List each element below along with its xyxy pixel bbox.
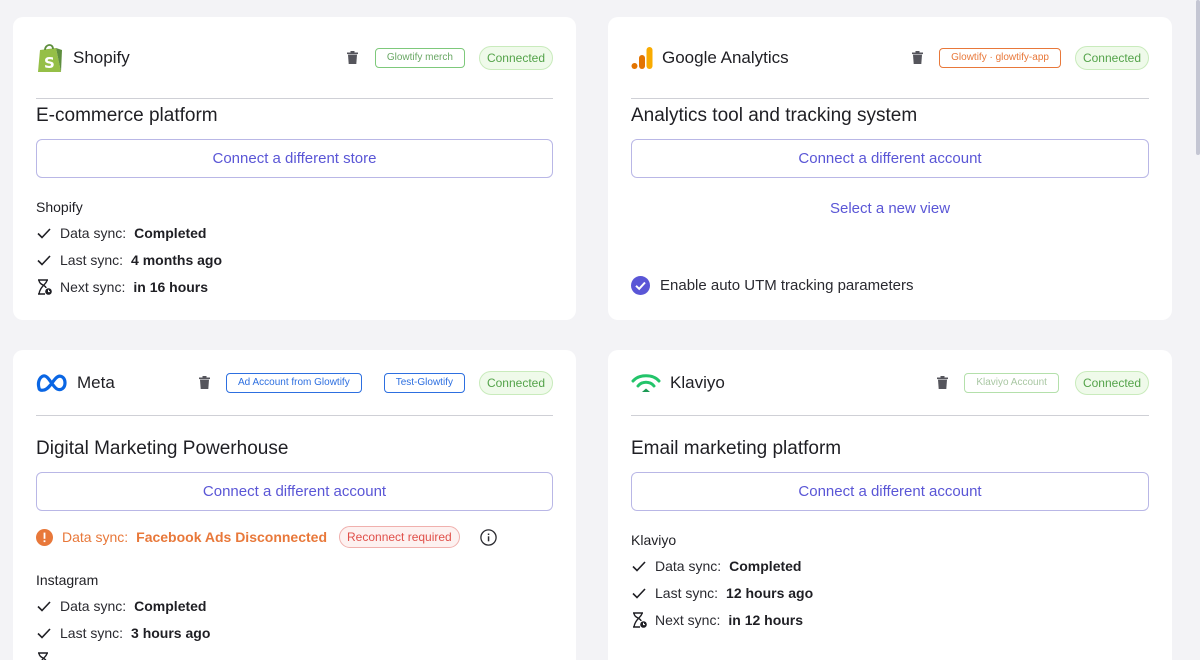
page-scrollbar-thumb[interactable]: [1196, 0, 1200, 155]
google-analytics-status-badge: Connected: [1074, 45, 1149, 70]
klaviyo-title: Email marketing platform: [631, 438, 842, 459]
hourglass-icon: [36, 279, 52, 295]
connect-different-store-button[interactable]: Connect a different store: [36, 139, 553, 178]
select-new-view-link[interactable]: Select a new view: [608, 200, 1172, 217]
row-label: Last sync:: [60, 252, 124, 268]
row-value: Completed: [134, 598, 207, 614]
klaviyo-section-label: Klaviyo: [631, 532, 677, 548]
row-value: in 12 hours: [728, 612, 804, 628]
google-analytics-name: Google Analytics: [662, 47, 789, 67]
meta-data-sync-row: Data sync: Completed: [36, 598, 206, 614]
row-label: Last sync:: [655, 585, 719, 601]
meta-next-sync-row-cut: [36, 652, 52, 660]
row-label: Data sync:: [60, 598, 127, 614]
klaviyo-status-badge: Connected: [1074, 370, 1149, 395]
meta-name: Meta: [77, 372, 115, 392]
meta-trash-icon[interactable]: [196, 375, 212, 391]
klaviyo-next-sync-row: Next sync: in 12 hours: [631, 612, 803, 628]
google-analytics-title: Analytics tool and tracking system: [631, 105, 918, 126]
check-icon: [36, 225, 52, 241]
shopify-card-header: S Shopify Glowtify merch Connected: [36, 17, 553, 99]
klaviyo-brand: Klaviyo: [631, 373, 725, 393]
check-icon: [36, 252, 52, 268]
shopify-logo-icon: S: [36, 42, 64, 74]
row-value: 4 months ago: [131, 252, 223, 268]
check-icon: [631, 558, 647, 574]
row-label: Data sync:: [60, 225, 127, 241]
check-icon: [36, 625, 52, 641]
connect-different-account-button[interactable]: Connect a different account: [631, 139, 1149, 178]
utm-tracking-row[interactable]: Enable auto UTM tracking parameters: [631, 276, 913, 295]
klaviyo-card: Klaviyo Klaviyo Account Connected Email …: [608, 350, 1172, 660]
row-value: 3 hours ago: [131, 625, 211, 641]
klaviyo-trash-icon[interactable]: [934, 375, 950, 391]
shopify-store-tag: Glowtify merch: [374, 47, 465, 68]
google-analytics-card-header: Google Analytics Glowtify · glowtify-app…: [631, 17, 1149, 99]
meta-brand: Meta: [36, 373, 115, 393]
row-value: Completed: [729, 558, 802, 574]
google-analytics-property-tag: Glowtify · glowtify-app: [939, 47, 1061, 68]
error-value: Facebook Ads Disconnected: [136, 529, 327, 545]
shopify-data-sync-row: Data sync: Completed: [36, 225, 206, 241]
klaviyo-name: Klaviyo: [670, 372, 725, 392]
meta-last-sync-row: Last sync: 3 hours ago: [36, 625, 210, 641]
google-analytics-logo-icon: [631, 46, 653, 70]
connect-different-account-button[interactable]: Connect a different account: [631, 472, 1149, 511]
meta-title: Digital Marketing Powerhouse: [36, 438, 289, 459]
row-value: Completed: [134, 225, 207, 241]
connect-different-account-button[interactable]: Connect a different account: [36, 472, 553, 511]
klaviyo-account-tag: Klaviyo Account: [964, 372, 1059, 393]
meta-logo-icon: [36, 373, 68, 393]
meta-instagram-section-label: Instagram: [36, 572, 99, 588]
check-icon: [36, 598, 52, 614]
shopify-next-sync-row: Next sync: in 16 hours: [36, 279, 208, 295]
meta-status-badge: Connected: [478, 370, 553, 395]
error-label: Data sync:: [62, 529, 129, 545]
row-value: 12 hours ago: [726, 585, 814, 601]
meta-card: Meta Ad Account from Glowtify Test-Glowt…: [13, 350, 576, 660]
meta-ad-account-tag: Ad Account from Glowtify: [226, 372, 362, 393]
row-value: in 16 hours: [133, 279, 209, 295]
meta-page-tag: Test-Glowtify: [383, 372, 465, 393]
shopify-card: S Shopify Glowtify merch Connected E-com…: [13, 17, 576, 320]
info-icon[interactable]: [479, 528, 497, 546]
klaviyo-logo-icon: [631, 373, 661, 393]
meta-error-row: Data sync: Facebook Ads Disconnected Rec…: [36, 526, 497, 548]
shopify-status-badge: Connected: [478, 45, 553, 70]
klaviyo-last-sync-row: Last sync: 12 hours ago: [631, 585, 813, 601]
utm-checkbox-checked-icon[interactable]: [631, 276, 650, 295]
shopify-section-label: Shopify: [36, 199, 83, 215]
google-analytics-brand: Google Analytics: [631, 46, 789, 70]
klaviyo-data-sync-row: Data sync: Completed: [631, 558, 801, 574]
shopify-brand: S Shopify: [36, 42, 130, 74]
shopify-name: Shopify: [73, 47, 130, 67]
meta-card-header: Meta Ad Account from Glowtify Test-Glowt…: [36, 350, 553, 416]
svg-text:S: S: [44, 54, 55, 72]
row-label: Next sync:: [60, 279, 126, 295]
error-icon: [36, 528, 53, 546]
google-analytics-card: Google Analytics Glowtify · glowtify-app…: [608, 17, 1172, 320]
row-label: Last sync:: [60, 625, 124, 641]
hourglass-icon: [631, 612, 647, 628]
utm-tracking-label: Enable auto UTM tracking parameters: [660, 277, 914, 294]
row-label: Next sync:: [655, 612, 721, 628]
reconnect-required-badge: Reconnect required: [339, 526, 460, 548]
google-analytics-trash-icon[interactable]: [909, 50, 925, 66]
shopify-last-sync-row: Last sync: 4 months ago: [36, 252, 222, 268]
klaviyo-card-header: Klaviyo Klaviyo Account Connected: [631, 350, 1149, 416]
shopify-title: E-commerce platform: [36, 105, 218, 126]
row-label: Data sync:: [655, 558, 722, 574]
shopify-trash-icon[interactable]: [345, 50, 361, 66]
check-icon: [631, 585, 647, 601]
hourglass-icon: [36, 652, 52, 660]
